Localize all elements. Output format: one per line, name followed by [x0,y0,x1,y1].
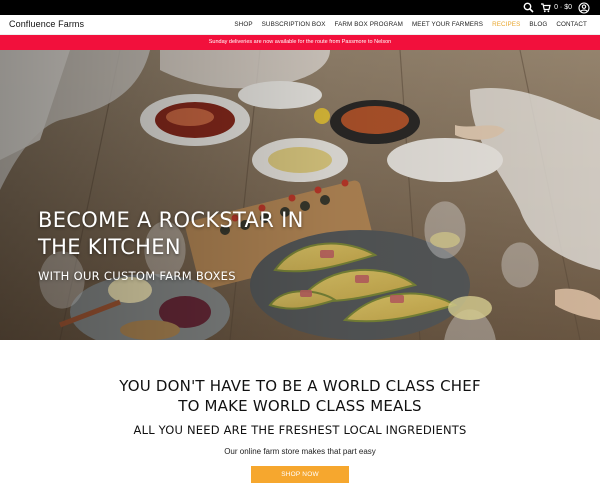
brand-logo[interactable]: Confluence Farms [9,19,84,29]
cart-button[interactable]: 0 · $0 [540,2,572,13]
utility-tools: 0 · $0 [523,1,590,14]
shop-now-button[interactable]: SHOP NOW [251,466,349,483]
cart-summary: 0 · $0 [554,4,572,11]
nav-item-shop[interactable]: SHOP [234,21,252,28]
nav-item-blog[interactable]: BLOG [529,21,547,28]
intro-section: YOU DON'T HAVE TO BE A WORLD CLASS CHEF … [0,340,600,501]
nav-item-farm-box-program[interactable]: FARM BOX PROGRAM [335,21,403,28]
announcement-bar: Sunday deliveries are now available for … [0,35,600,50]
utility-bar: 0 · $0 [0,0,600,15]
nav-item-meet-your-farmers[interactable]: MEET YOUR FARMERS [412,21,483,28]
hero-subtitle: WITH OUR CUSTOM FARM BOXES [38,269,236,283]
hero-title-line-1: BECOME A ROCKSTAR IN [38,208,304,232]
intro-subheading: ALL YOU NEED ARE THE FRESHEST LOCAL INGR… [133,423,467,437]
cart-icon [540,2,551,13]
nav-item-recipes[interactable]: RECIPES [492,21,520,28]
main-header: Confluence Farms SHOP SUBSCRIPTION BOX F… [0,15,600,35]
intro-body-text: Our online farm store makes that part ea… [224,447,376,456]
main-nav: SHOP SUBSCRIPTION BOX FARM BOX PROGRAM M… [234,21,587,28]
intro-heading-line-2: TO MAKE WORLD CLASS MEALS [178,397,422,415]
account-icon[interactable] [578,1,590,14]
hero-title: BECOME A ROCKSTAR IN THE KITCHEN [38,207,304,261]
nav-item-subscription-box[interactable]: SUBSCRIPTION BOX [262,21,326,28]
nav-item-contact[interactable]: CONTACT [556,21,587,28]
intro-heading-line-1: YOU DON'T HAVE TO BE A WORLD CLASS CHEF [119,377,481,395]
hero-image [0,50,600,340]
hero-banner: BECOME A ROCKSTAR IN THE KITCHEN WITH OU… [0,50,600,340]
search-icon[interactable] [523,2,534,13]
intro-heading: YOU DON'T HAVE TO BE A WORLD CLASS CHEF … [0,376,600,416]
hero-title-line-2: THE KITCHEN [38,235,181,259]
